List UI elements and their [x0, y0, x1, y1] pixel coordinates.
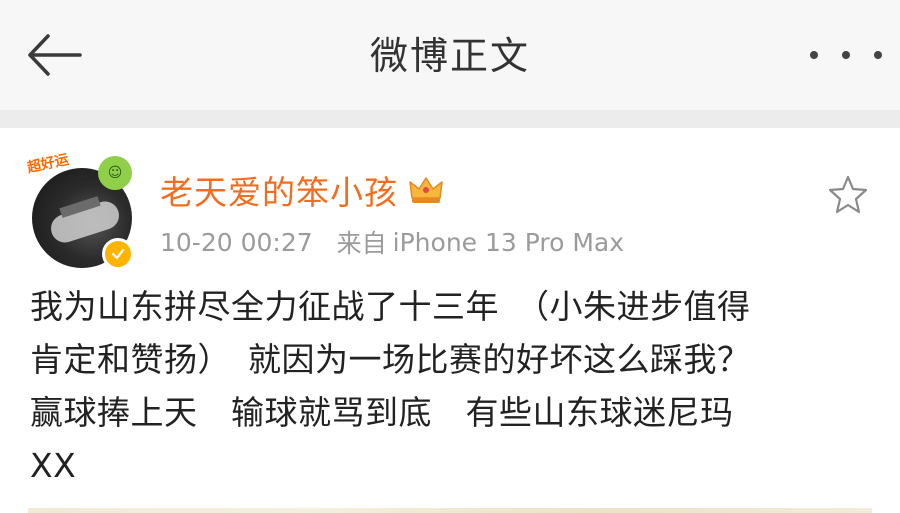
more-options-button[interactable]	[810, 32, 882, 78]
more-dot	[842, 51, 850, 59]
weibo-post-page: 微博正文 超好运 ☺ 老天爱的笨小孩 10-20 00:27 来自 iPhone…	[0, 0, 900, 513]
page-title: 微博正文	[369, 34, 530, 78]
section-divider	[0, 110, 900, 128]
username-row: 老天爱的笨小孩	[160, 164, 444, 216]
source-prefix: 来自	[336, 229, 387, 258]
user-avatar[interactable]: 超好运 ☺	[26, 150, 140, 270]
post-meta: 10-20 00:27 来自 iPhone 13 Pro Max	[160, 222, 624, 262]
verified-badge-icon	[102, 238, 134, 270]
post-timestamp: 10-20 00:27	[160, 227, 313, 257]
post-text-line: XX	[30, 446, 77, 485]
post-text-line: 肯定和赞扬） 就因为一场比赛的好坏这么踩我？	[30, 340, 751, 379]
sticker-face-icon: ☺	[98, 156, 132, 190]
top-nav-bar: 微博正文	[0, 0, 900, 110]
post-text-line: 赢球捧上天 输球就骂到底 有些山东球迷尼玛	[30, 393, 734, 432]
more-dots-icon	[810, 51, 818, 59]
post-image-preview[interactable]	[28, 508, 872, 513]
source-device: iPhone 13 Pro Max	[392, 227, 625, 257]
favorite-button[interactable]	[826, 172, 870, 216]
post-body-text: 我为山东拼尽全力征战了十三年 （小朱进步值得 肯定和赞扬） 就因为一场比赛的好坏…	[30, 280, 860, 492]
post-card: 超好运 ☺ 老天爱的笨小孩 10-20 00:27 来自 iPhone 13 P…	[0, 128, 900, 513]
star-outline-icon	[828, 175, 868, 214]
post-text-line: 我为山东拼尽全力征战了十三年 （小朱进步值得	[30, 287, 751, 326]
more-dot	[874, 51, 882, 59]
crown-icon[interactable]	[408, 174, 444, 206]
username[interactable]: 老天爱的笨小孩	[160, 166, 398, 214]
